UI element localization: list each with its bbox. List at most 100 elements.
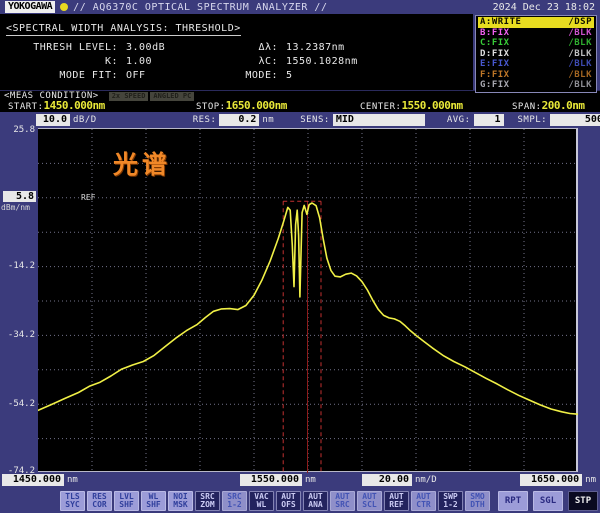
trace-row-b[interactable]: B:FIX/BLK bbox=[478, 28, 594, 39]
trace-name: C:FIX bbox=[480, 38, 510, 49]
softkey-wl-shf[interactable]: WLSHF bbox=[141, 491, 166, 511]
softkey-aut-scl[interactable]: AUTSCL bbox=[357, 491, 382, 511]
ref-level-unit: dBm/nm bbox=[1, 203, 30, 212]
softkey-src-1-2[interactable]: SRC1-2 bbox=[222, 491, 247, 511]
res-unit: nm bbox=[262, 115, 274, 125]
softkey-label-line2: 1-2 bbox=[227, 501, 241, 510]
y-axis-tick--34.2: -34.2 bbox=[1, 330, 35, 340]
param-label: MODE FIT: bbox=[6, 70, 118, 81]
x-center-unit: nm bbox=[305, 475, 316, 485]
softkey-list: TLSSYCRESCORLVLSHFWLSHFNOIMSKSRCZOMSRC1-… bbox=[60, 491, 490, 511]
trace-mode: /BLK bbox=[568, 38, 592, 49]
trace-row-d[interactable]: D:FIX/BLK bbox=[478, 49, 594, 60]
trace-row-a[interactable]: A:WRITE/DSP bbox=[478, 17, 594, 28]
softkey-aut-src[interactable]: AUTSRC bbox=[330, 491, 355, 511]
trace-mode: /BLK bbox=[568, 28, 592, 39]
res-value[interactable]: 0.2 bbox=[219, 114, 259, 126]
action-key-stp[interactable]: STP bbox=[568, 491, 598, 511]
softkey-smo-dth[interactable]: SMODTH bbox=[465, 491, 490, 511]
trace-mode: /BLK bbox=[568, 49, 592, 60]
smpl-label: SMPL: bbox=[518, 115, 548, 125]
param-value: OFF bbox=[118, 70, 228, 81]
x-axis-row: 1450.000 nm 1550.000 nm 20.00 nm/D 1650.… bbox=[0, 473, 600, 489]
trace-row-c[interactable]: C:FIX/BLK bbox=[478, 38, 594, 49]
softkey-label-line2: 1-2 bbox=[443, 501, 457, 510]
softkey-swp-1-2[interactable]: SWP1-2 bbox=[438, 491, 463, 511]
smpl-value[interactable]: 5001(AUTO) bbox=[550, 114, 600, 126]
softkey-noi-msk[interactable]: NOIMSK bbox=[168, 491, 193, 511]
analysis-param-row: THRESH LEVEL:3.00dBΔλ:13.2387nm bbox=[6, 40, 473, 54]
meas-field-value: 1650.000nm bbox=[226, 99, 287, 112]
meas-field-start: START:1450.000nm bbox=[8, 99, 105, 112]
meas-flags: 2x SPEEDANGLED PC bbox=[109, 92, 195, 101]
level-scale-toolbar: 10.0 dB/D RES: 0.2 nm SENS: MID AVG: 1 S… bbox=[0, 112, 600, 128]
trace-row-e[interactable]: E:FIX/BLK bbox=[478, 59, 594, 70]
softkey-aut-ref[interactable]: AUTREF bbox=[384, 491, 409, 511]
param-value: 5 bbox=[278, 70, 293, 81]
softkey-label-line2: WL bbox=[257, 501, 267, 510]
meas-field-label: CENTER: bbox=[360, 102, 401, 112]
trace-name: D:FIX bbox=[480, 49, 510, 60]
x-scale-unit: nm/D bbox=[415, 475, 437, 485]
title-bar: YOKOGAWA // AQ6370C OPTICAL SPECTRUM ANA… bbox=[0, 0, 600, 14]
meas-field-label: STOP: bbox=[196, 102, 226, 112]
x-scale-value[interactable]: 20.00 bbox=[362, 474, 412, 486]
instrument-title: // AQ6370C OPTICAL SPECTRUM ANALYZER // bbox=[73, 2, 327, 13]
param-value: 3.00dB bbox=[118, 42, 228, 53]
softkey-aut-ana[interactable]: AUTANA bbox=[303, 491, 328, 511]
softkey-lvl-shf[interactable]: LVLSHF bbox=[114, 491, 139, 511]
softkey-aut-ofs[interactable]: AUTOFS bbox=[276, 491, 301, 511]
meas-condition-strip: <MEAS CONDITION> 2x SPEEDANGLED PC START… bbox=[0, 90, 600, 112]
param-label: K: bbox=[6, 56, 118, 67]
param-label: λC: bbox=[228, 56, 278, 67]
softkey-label-line2: OFS bbox=[281, 501, 295, 510]
avg-value[interactable]: 1 bbox=[474, 114, 504, 126]
spectrum-annotation: 光谱 bbox=[113, 145, 171, 181]
param-label: MODE: bbox=[228, 70, 278, 81]
softkey-label-line2: ZOM bbox=[200, 501, 214, 510]
softkey-label-line2: ANA bbox=[308, 501, 322, 510]
ref-tag: REF bbox=[81, 193, 95, 202]
x-stop-value[interactable]: 1650.000 bbox=[520, 474, 582, 486]
trace-name: B:FIX bbox=[480, 28, 510, 39]
softkey-aut-ctr[interactable]: AUTCTR bbox=[411, 491, 436, 511]
softkey-vac-wl[interactable]: VACWL bbox=[249, 491, 274, 511]
softkey-label-line2: SHF bbox=[146, 501, 160, 510]
trace-row-g[interactable]: G:FIX/BLK bbox=[478, 80, 594, 91]
meas-flag-2x-speed: 2x SPEED bbox=[109, 92, 149, 101]
softkey-src-zom[interactable]: SRCZOM bbox=[195, 491, 220, 511]
action-key-sgl[interactable]: SGL bbox=[533, 491, 563, 511]
res-label: RES: bbox=[193, 115, 217, 125]
action-key-rpt[interactable]: RPT bbox=[498, 491, 528, 511]
trace-row-f[interactable]: F:FIX/BLK bbox=[478, 70, 594, 81]
avg-label: AVG: bbox=[447, 115, 471, 125]
meas-field-center: CENTER:1550.000nm bbox=[360, 99, 463, 112]
softkey-label-line2: MSK bbox=[173, 501, 187, 510]
analysis-header: <SPECTRAL WIDTH ANALYSIS: THRESHOLD> bbox=[6, 23, 241, 36]
x-stop-unit: nm bbox=[585, 475, 596, 485]
softkey-label-line2: CTR bbox=[416, 501, 430, 510]
meas-field-stop: STOP:1650.000nm bbox=[196, 99, 287, 112]
level-scale-value[interactable]: 10.0 bbox=[36, 114, 70, 126]
sweep-action-keys: RPTSGLSTP bbox=[498, 491, 598, 511]
yokogawa-logo: YOKOGAWA bbox=[5, 1, 55, 13]
trace-name: G:FIX bbox=[480, 80, 510, 91]
analysis-parameters: THRESH LEVEL:3.00dBΔλ:13.2387nmK:1.00λC:… bbox=[6, 40, 473, 82]
brand-dot-icon bbox=[60, 3, 68, 11]
x-center-value[interactable]: 1550.000 bbox=[240, 474, 302, 486]
softkey-tls-syc[interactable]: TLSSYC bbox=[60, 491, 85, 511]
param-label: THRESH LEVEL: bbox=[6, 42, 118, 53]
ref-level-value[interactable]: 5.8 bbox=[3, 191, 36, 202]
analysis-param-row: K:1.00λC:1550.1028nm bbox=[6, 54, 473, 68]
x-start-value[interactable]: 1450.000 bbox=[2, 474, 64, 486]
meas-field-value: 1550.000nm bbox=[401, 99, 462, 112]
meas-field-label: SPAN: bbox=[512, 102, 542, 112]
sens-value[interactable]: MID bbox=[333, 114, 425, 126]
softkey-label-line2: SYC bbox=[65, 501, 79, 510]
softkey-label-line2: SHF bbox=[119, 501, 133, 510]
meas-field-span: SPAN: 200.0nm bbox=[512, 99, 584, 112]
softkey-label-line2: DTH bbox=[470, 501, 484, 510]
softkey-res-cor[interactable]: RESCOR bbox=[87, 491, 112, 511]
spectrum-plot[interactable]: REF 光谱 bbox=[38, 128, 578, 472]
softkey-label-line2: COR bbox=[92, 501, 106, 510]
